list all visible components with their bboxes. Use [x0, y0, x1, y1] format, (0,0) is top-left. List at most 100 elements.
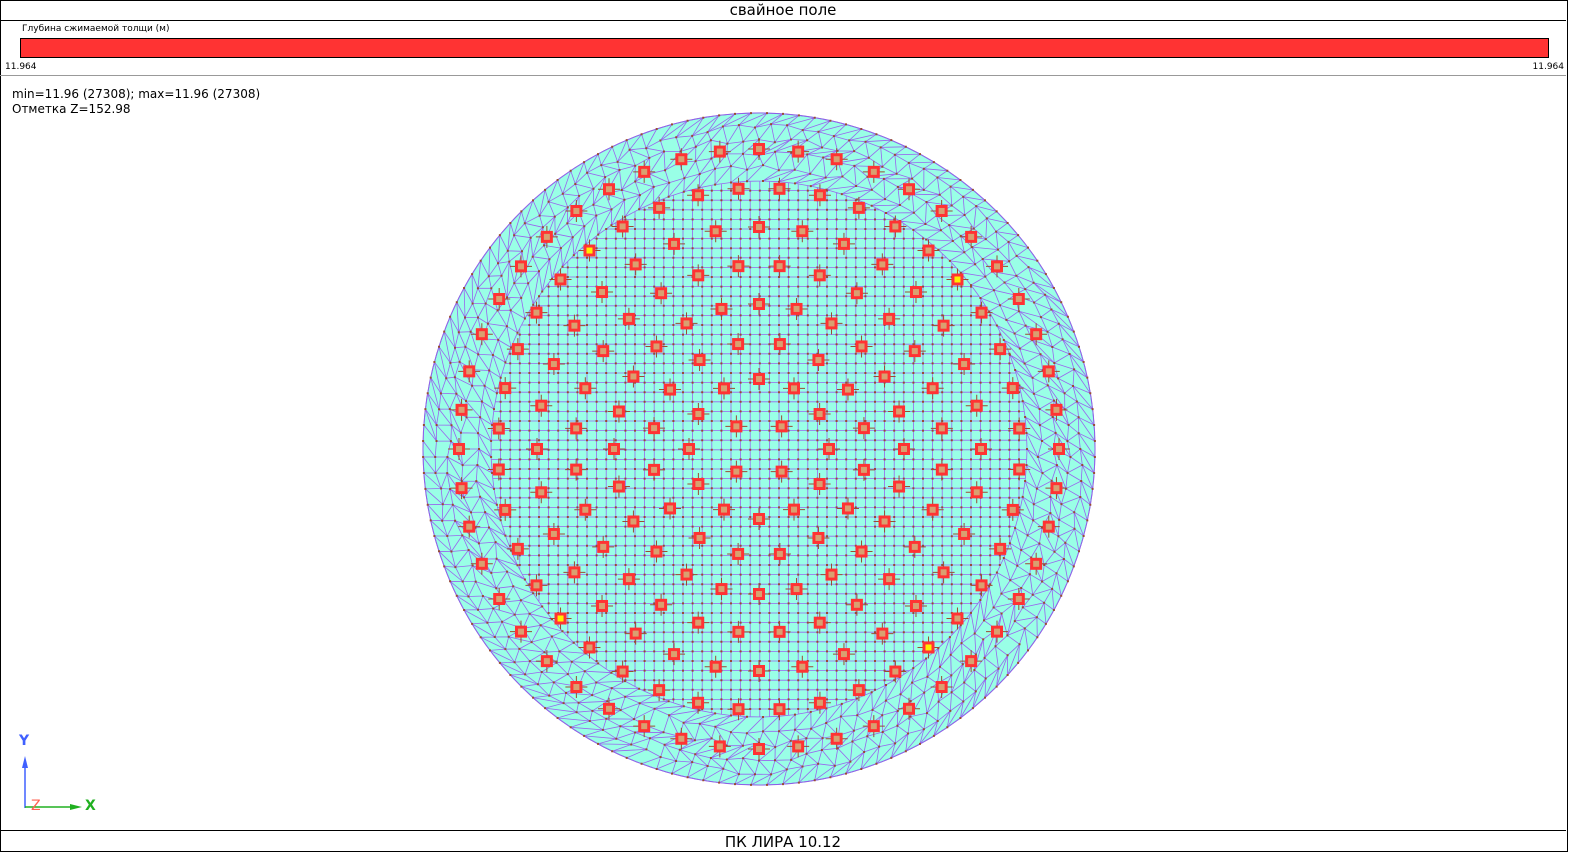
pile-core [695, 411, 702, 417]
pile-core [1033, 560, 1040, 567]
pile-core [641, 168, 648, 175]
pile-core [735, 263, 742, 270]
pile-core [826, 446, 832, 452]
pile-core [667, 386, 674, 393]
pile-core [1009, 506, 1016, 513]
pile-core [1009, 385, 1016, 392]
pile-core [940, 322, 947, 329]
pile-core [833, 735, 840, 742]
pile-core [938, 425, 945, 432]
pile-core [557, 276, 564, 283]
pile-core [478, 560, 485, 567]
pile-core [1053, 406, 1060, 413]
pile-core [502, 385, 509, 392]
pile-core [695, 272, 702, 279]
pile-core [816, 272, 823, 279]
pile-core [756, 746, 762, 752]
pile-core [968, 658, 975, 665]
pile-core [599, 602, 606, 609]
pile-core [632, 630, 639, 637]
pile-core [929, 385, 936, 392]
pile-core [615, 483, 622, 490]
pile-core [533, 582, 540, 589]
pile-core [582, 506, 589, 513]
pile-core [458, 485, 465, 492]
pile-core [799, 228, 806, 235]
axis-z-label: Z [31, 798, 41, 814]
pile-core [502, 506, 509, 513]
legend-color-bar [20, 38, 1549, 58]
pile-core [912, 289, 919, 296]
pile-core [716, 148, 723, 155]
pile-core [870, 723, 877, 730]
pile-core [550, 530, 557, 537]
pile-core [815, 357, 822, 364]
pile-core [1053, 485, 1060, 492]
pile-core [695, 192, 702, 199]
pile-core [858, 548, 865, 555]
pile-core [961, 530, 968, 537]
pile-core [756, 591, 762, 597]
pile-core [721, 385, 727, 392]
pile-core [844, 386, 851, 393]
pile-core [855, 204, 862, 211]
pile-core [896, 408, 903, 415]
pile-core [756, 301, 762, 307]
pile-core [534, 446, 540, 452]
pile-core [733, 423, 740, 430]
pile-core [791, 385, 797, 392]
legend-max-value: 11.964 [1532, 62, 1565, 72]
pile-core [816, 699, 823, 706]
pile-core [816, 192, 823, 199]
pile-core [954, 615, 961, 622]
pile-core [696, 357, 703, 364]
pile-core [456, 446, 462, 452]
pile-core [582, 385, 589, 392]
pile-core [686, 446, 692, 452]
pile-core [712, 228, 719, 235]
pile-core [892, 223, 899, 230]
pile-core [756, 516, 762, 522]
legend-min-value: 11.964 [5, 62, 37, 72]
pile-core [815, 534, 822, 541]
pile-core [678, 156, 685, 163]
pile-core [586, 644, 593, 651]
pile-core [881, 373, 888, 380]
pile-core [514, 545, 521, 552]
pile-core [778, 423, 785, 430]
pile-core [776, 628, 783, 635]
pile-core [550, 361, 557, 368]
pile-core [973, 489, 980, 496]
pile-core [925, 247, 932, 254]
pile-core [855, 687, 862, 694]
pile-core [653, 343, 660, 350]
pile-core [735, 628, 742, 635]
pile-core [600, 348, 607, 355]
pile-core [816, 481, 823, 487]
pile-core [776, 550, 783, 557]
pile-core [735, 706, 742, 713]
footer-product: ПК ЛИРА 10.12 [0, 830, 1566, 851]
pile-core [671, 240, 678, 247]
pile-core [543, 233, 550, 240]
pile-core [791, 506, 797, 513]
pile-core [615, 408, 622, 415]
pile-core [733, 468, 740, 475]
pile-core [886, 315, 893, 322]
pile-core [735, 185, 742, 192]
pile-core [599, 289, 606, 296]
pile-core [517, 628, 524, 635]
pile-core [496, 596, 503, 602]
pile-core [912, 602, 919, 609]
pile-core [776, 341, 783, 348]
pile-core [651, 425, 658, 432]
pile-core [517, 263, 524, 270]
pile-core [625, 315, 632, 322]
legend-label: Глубина сжимаемой толщи (м) [22, 24, 170, 34]
pile-core [901, 446, 907, 452]
pile-core [881, 518, 888, 525]
pile-core [860, 466, 867, 473]
pile-core [1045, 523, 1052, 530]
model-viewport[interactable] [0, 76, 1566, 828]
pile-core [586, 247, 593, 254]
